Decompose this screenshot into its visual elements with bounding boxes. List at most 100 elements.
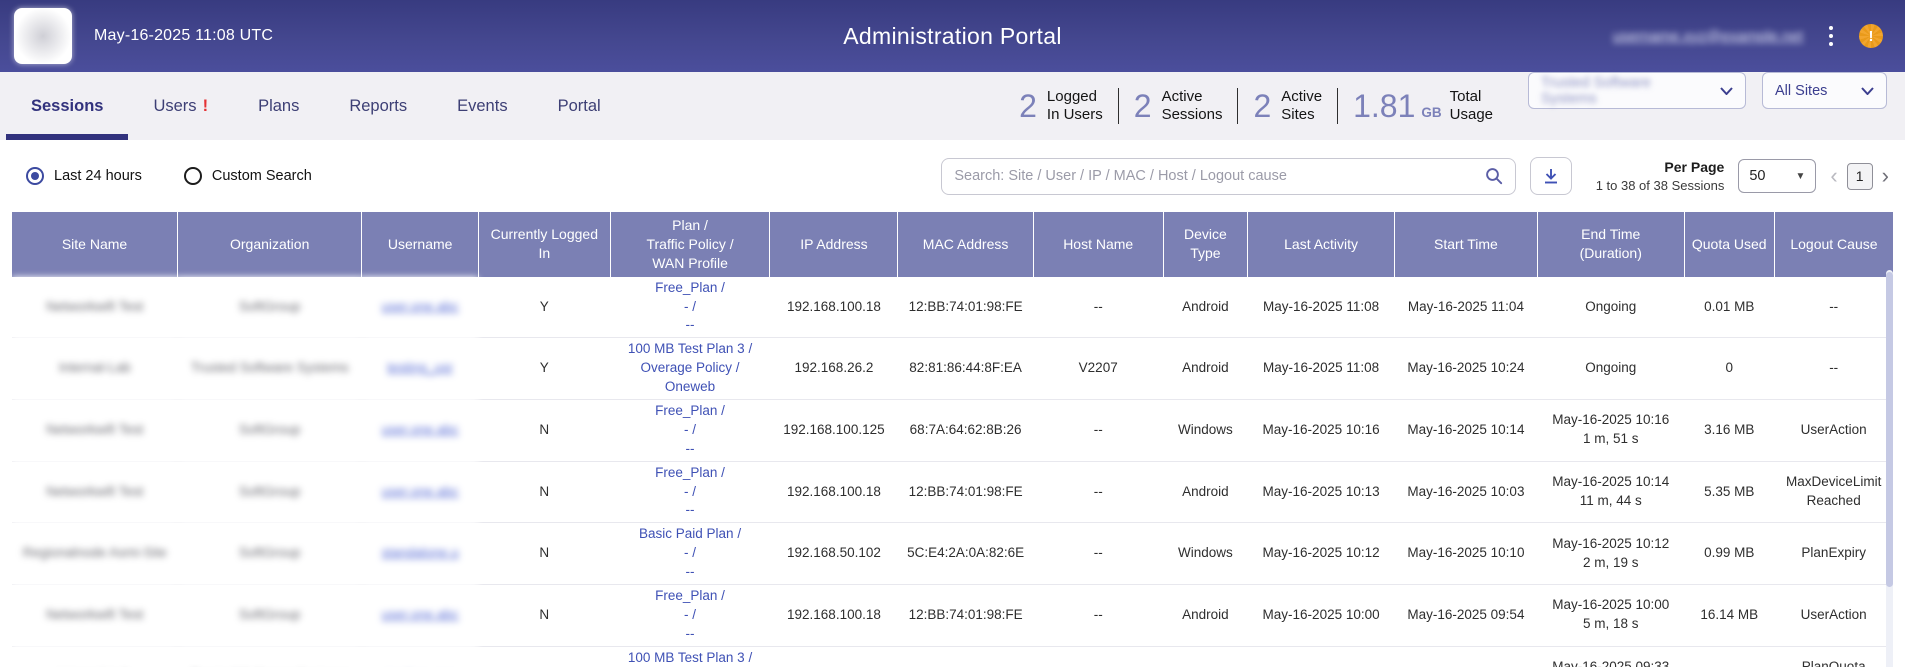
cell-org: SoftGroup [178, 585, 362, 647]
cell-org: SoftGroup [178, 461, 362, 523]
tab-plans[interactable]: Plans [233, 72, 324, 140]
sessions-table: Site NameOrganizationUsernameCurrently L… [12, 212, 1893, 667]
brand-logo [14, 8, 72, 64]
table-row: Networkwifi TestSoftGroupuser.one.abcNFr… [12, 461, 1893, 523]
cell-quota: 100.77 MB [1684, 646, 1774, 667]
tab-reports[interactable]: Reports [324, 72, 432, 140]
stat-value: 2 [1019, 90, 1037, 122]
header-actions: username.xyz@example.net ! [1613, 22, 1883, 50]
tab-sessions[interactable]: Sessions [6, 72, 128, 140]
vertical-scrollbar[interactable] [1886, 270, 1893, 667]
cell-username[interactable]: user.one.abc [362, 585, 479, 647]
tab-label: Users [153, 97, 196, 116]
column-header-start_time: Start Time [1394, 212, 1537, 277]
cell-ip: 192.168.26.2 [770, 338, 898, 400]
stat-total-usage: 1.81GBTotal Usage [1337, 88, 1508, 124]
kebab-menu-icon[interactable] [1823, 22, 1839, 50]
cell-quota: 0 [1684, 338, 1774, 400]
table-row: Internal-LabTrusted Software Systemstest… [12, 338, 1893, 400]
radio-custom-search[interactable]: Custom Search [184, 167, 312, 185]
page-size-value: 50 [1749, 168, 1765, 184]
cell-end_time: May-16-2025 10:00 5 m, 18 s [1537, 585, 1684, 647]
sessions-table-container: Site NameOrganizationUsernameCurrently L… [12, 212, 1893, 667]
cell-mac: 82:81:86:44:8F:EA [898, 646, 1033, 667]
cell-org: Trusted Software Systems [178, 338, 362, 400]
column-header-device: Device Type [1163, 212, 1248, 277]
top-header: May-16-2025 11:08 UTC Administration Por… [0, 0, 1905, 72]
summary-stats: 2 Logged In Users 2 Active Sessions 2 Active … [1004, 72, 1508, 140]
nav-tabs: SessionsUsers!PlansReports Events Portal [6, 72, 626, 140]
stat-label: Active Sessions [1162, 88, 1223, 124]
tab-users[interactable]: Users! [128, 72, 233, 140]
tab-label: Events [457, 97, 507, 116]
cell-logout_cause: PlanQuota Exhausted [1774, 646, 1893, 667]
cell-device: Android [1163, 585, 1248, 647]
tab-label: Portal [558, 97, 601, 116]
page-size-select[interactable]: 50 ▼ [1738, 159, 1816, 193]
organization-dropdown[interactable]: Trusted Software Systems [1528, 72, 1746, 109]
stat-active-sites: 2 Active Sites [1237, 88, 1337, 124]
cell-last_activity: May-16-2025 11:08 [1248, 277, 1395, 338]
chevron-down-icon [1861, 87, 1874, 95]
search-input[interactable] [954, 168, 1485, 184]
site-dropdown[interactable]: All Sites [1762, 72, 1887, 109]
tab-bar: SessionsUsers!PlansReports Events Portal 2… [0, 72, 1905, 140]
cell-site: Internal-Lab [12, 338, 178, 400]
alert-badge-icon[interactable]: ! [1859, 24, 1883, 48]
cell-host: V2207 [1033, 646, 1163, 667]
cell-ip: 192.168.100.18 [770, 461, 898, 523]
pagination-info: Per Page 1 to 38 of 38 Sessions [1586, 158, 1724, 194]
cell-site: Networkwifi Test [12, 585, 178, 647]
cell-org: Trusted Software Systems [178, 646, 362, 667]
stat-value: 2 [1134, 90, 1152, 122]
stat-label: Logged In Users [1047, 88, 1103, 124]
cell-username[interactable]: user.one.abc [362, 461, 479, 523]
table-row: Networkwifi TestSoftGroupuser.one.abcNFr… [12, 585, 1893, 647]
cell-username[interactable]: testing_usr [362, 646, 479, 667]
cell-site: Networkwifi Test [12, 277, 178, 338]
next-page-button[interactable]: › [1882, 165, 1889, 187]
time-range-radios: Last 24 hours Custom Search [26, 167, 312, 185]
stat-value: 1.81 [1353, 90, 1415, 122]
cell-quota: 16.14 MB [1684, 585, 1774, 647]
utc-timestamp: May-16-2025 11:08 UTC [94, 27, 273, 45]
cell-host: -- [1033, 523, 1163, 585]
chevron-down-icon [1720, 87, 1733, 95]
cell-mac: 12:BB:74:01:98:FE [898, 461, 1033, 523]
radio-last-24-hours[interactable]: Last 24 hours [26, 167, 142, 185]
site-dropdown-value: All Sites [1775, 83, 1827, 99]
column-header-username: Username [362, 212, 479, 277]
cell-last_activity: May-16-2025 09:33 [1248, 646, 1395, 667]
cell-plan: Free_Plan / - / -- [610, 585, 770, 647]
prev-page-button[interactable]: ‹ [1830, 165, 1837, 187]
stat-value: 2 [1253, 90, 1271, 122]
column-header-mac: MAC Address [898, 212, 1033, 277]
tab-portal[interactable]: Portal [533, 72, 626, 140]
cell-start_time: May-16-2025 10:10 [1394, 523, 1537, 585]
download-icon [1542, 167, 1560, 185]
search-icon[interactable] [1485, 167, 1503, 185]
download-button[interactable] [1530, 157, 1572, 195]
cell-quota: 5.35 MB [1684, 461, 1774, 523]
cell-end_time: May-16-2025 10:12 2 m, 19 s [1537, 523, 1684, 585]
table-header-row: Site NameOrganizationUsernameCurrently L… [12, 212, 1893, 277]
cell-username[interactable]: user.one.abc [362, 277, 479, 338]
current-page-button[interactable]: 1 [1847, 163, 1873, 190]
cell-username[interactable]: standalone.u [362, 523, 479, 585]
administration-portal: May-16-2025 11:08 UTC Administration Por… [0, 0, 1905, 667]
radio-label: Custom Search [212, 168, 312, 184]
cell-host: V2207 [1033, 338, 1163, 400]
organization-dropdown-value: Trusted Software Systems [1541, 75, 1710, 107]
filter-bar: Last 24 hours Custom Search Per Page 1 to… [0, 140, 1905, 212]
tab-events[interactable]: Events [432, 72, 532, 140]
column-header-quota: Quota Used [1684, 212, 1774, 277]
table-row: Networkwifi TestSoftGroupuser.one.abcNFr… [12, 400, 1893, 462]
scrollbar-thumb[interactable] [1886, 272, 1893, 587]
cell-username[interactable]: user.one.abc [362, 400, 479, 462]
table-row: Regionalnode Asmi-SiteSoftGroupstandalon… [12, 523, 1893, 585]
user-email[interactable]: username.xyz@example.net [1613, 28, 1803, 45]
stat-label: Active Sites [1281, 88, 1322, 124]
cell-start_time: May-16-2025 10:03 [1394, 461, 1537, 523]
cell-mac: 5C:E4:2A:0A:82:6E [898, 523, 1033, 585]
cell-username[interactable]: testing_usr [362, 338, 479, 400]
